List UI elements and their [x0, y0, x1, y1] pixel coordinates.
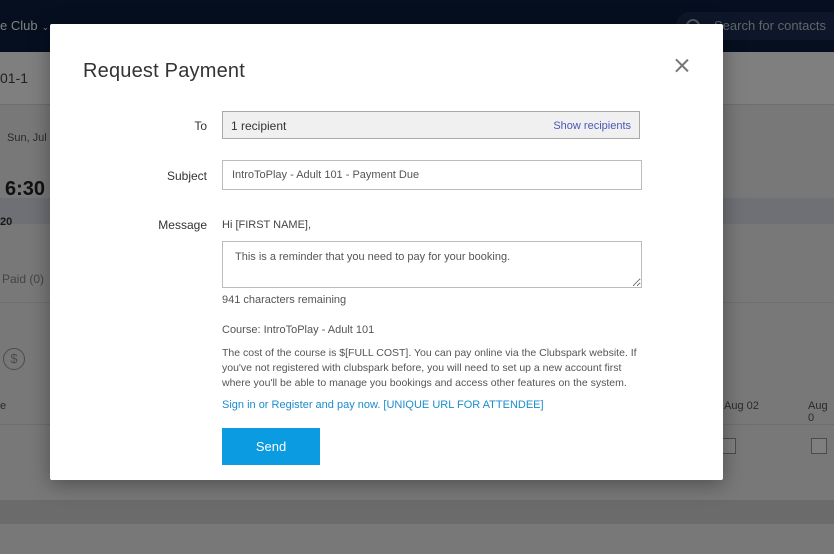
- close-icon[interactable]: [674, 58, 690, 74]
- show-recipients-link[interactable]: Show recipients: [553, 120, 631, 132]
- message-greeting: Hi [FIRST NAME],: [222, 219, 312, 231]
- subject-label: Subject: [166, 169, 207, 183]
- signin-register-link[interactable]: Sign in or Register and pay now. [UNIQUE…: [222, 399, 544, 411]
- cost-text: The cost of the course is $[FULL COST]. …: [222, 347, 637, 389]
- recipient-count: 1 recipient: [231, 119, 287, 133]
- send-button[interactable]: Send: [222, 428, 320, 465]
- message-textarea[interactable]: This is a reminder that you need to pay …: [222, 241, 642, 288]
- message-label: Message: [158, 218, 207, 232]
- dialog-title: Request Payment: [83, 60, 245, 82]
- to-label: To: [194, 119, 207, 133]
- course-line: Course: IntroToPlay - Adult 101: [222, 324, 375, 336]
- subject-input[interactable]: [222, 160, 642, 190]
- recipients-field: 1 recipient Show recipients: [222, 111, 640, 139]
- request-payment-dialog: Request Payment To 1 recipient Show reci…: [50, 24, 723, 480]
- characters-remaining: 941 characters remaining: [222, 294, 347, 306]
